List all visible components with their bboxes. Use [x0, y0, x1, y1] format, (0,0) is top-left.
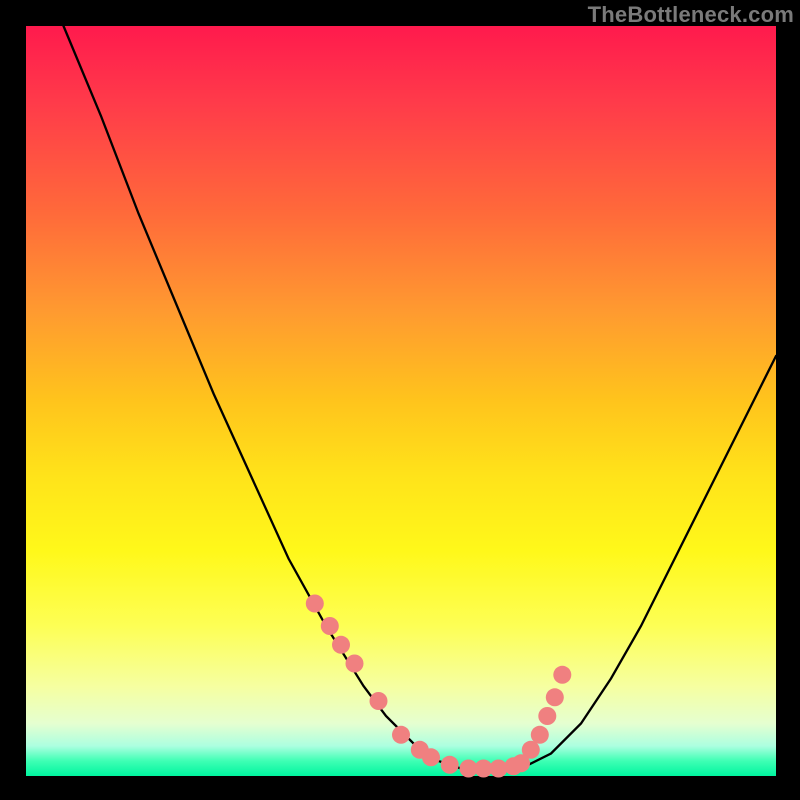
sample-dot	[522, 741, 540, 759]
sample-dot	[306, 595, 324, 613]
sample-dot	[332, 636, 350, 654]
sample-dot	[392, 726, 410, 744]
dots-group	[306, 595, 572, 778]
chart-svg	[0, 0, 800, 800]
attribution-watermark: TheBottleneck.com	[588, 2, 794, 28]
bottleneck-curve	[64, 26, 777, 772]
sample-dot	[370, 692, 388, 710]
sample-dot	[546, 688, 564, 706]
sample-dot	[538, 707, 556, 725]
curve-group	[64, 26, 777, 772]
sample-dot	[531, 726, 549, 744]
sample-dot	[553, 666, 571, 684]
sample-dot	[321, 617, 339, 635]
chart-wrapper: TheBottleneck.com	[0, 0, 800, 800]
sample-dot	[346, 655, 364, 673]
sample-dot	[441, 756, 459, 774]
sample-dot	[422, 748, 440, 766]
